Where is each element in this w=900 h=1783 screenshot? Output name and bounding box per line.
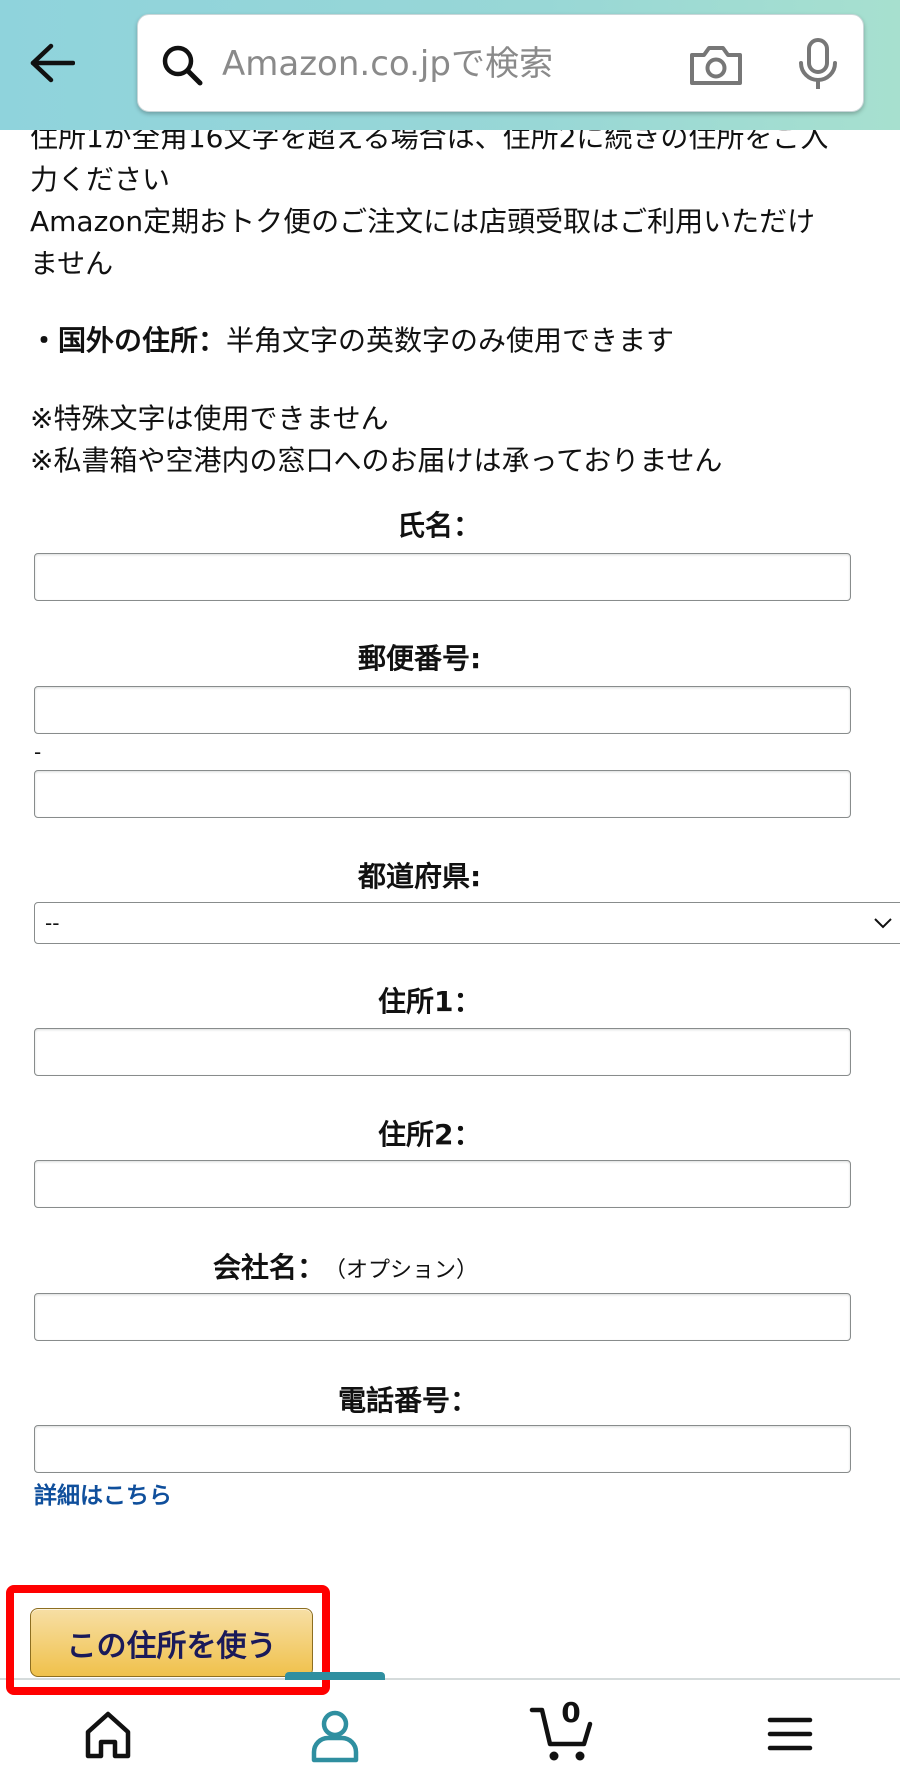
nav-menu[interactable] <box>750 1702 830 1766</box>
prefecture-selected-value: -- <box>45 911 60 935</box>
phone-label: 電話番号： <box>338 1384 479 1417</box>
prefecture-label: 都道府県: <box>358 860 482 893</box>
address2-label: 住所2： <box>378 1118 482 1151</box>
camera-icon[interactable] <box>688 41 744 89</box>
address1-label: 住所1： <box>378 985 482 1018</box>
phone-input[interactable] <box>34 1425 851 1473</box>
menu-icon <box>767 1717 813 1751</box>
prefecture-select[interactable]: -- <box>34 902 900 944</box>
use-this-address-button[interactable]: この住所を使う <box>30 1608 313 1677</box>
company-label: 会社名： （オプション） <box>213 1246 478 1286</box>
company-label-text: 会社名： <box>213 1251 326 1284</box>
notice-line-2: 力ください <box>30 163 171 196</box>
address1-input[interactable] <box>34 1028 851 1076</box>
notice-line-4: ません <box>30 247 114 280</box>
search-icon <box>162 45 203 86</box>
search-bar[interactable] <box>137 14 864 112</box>
postal-code-second-input[interactable] <box>34 770 851 818</box>
arrow-left-icon <box>30 43 75 83</box>
intl-address-heading: ・国外の住所： <box>30 324 227 357</box>
bottom-nav-bar: 0 <box>0 1678 900 1783</box>
company-optional-note: （オプション） <box>335 1258 479 1283</box>
special-chars-note: ※特殊文字は使用できません <box>30 402 389 435</box>
back-button[interactable] <box>22 28 82 98</box>
account-icon <box>311 1710 359 1763</box>
nav-account[interactable] <box>295 1702 375 1766</box>
details-link[interactable]: 詳細はこちら <box>34 1476 172 1510</box>
home-icon <box>85 1711 131 1759</box>
address2-input[interactable] <box>34 1160 851 1208</box>
name-input[interactable] <box>34 553 851 601</box>
nav-home[interactable] <box>68 1702 148 1766</box>
top-header <box>0 0 900 130</box>
active-tab-indicator <box>285 1672 385 1680</box>
page: 住所1が全角16文字を超える場合は、住所2に続きの住所をご入 力ください Ama… <box>0 0 900 1783</box>
po-box-note: ※私書箱や空港内の窓口へのお届けは承っておりません <box>30 444 723 477</box>
cart-count-badge: 0 <box>561 1696 581 1729</box>
postal-code-first-input[interactable] <box>34 686 851 734</box>
notice-line-3: Amazon定期おトク便のご注文には店頭受取はご利用いただけ <box>30 205 816 238</box>
intl-address-text: 半角文字の英数字のみ使用できます <box>226 324 675 357</box>
microphone-icon[interactable] <box>796 37 840 93</box>
chevron-down-icon <box>874 918 892 929</box>
company-input[interactable] <box>34 1293 851 1341</box>
intl-address-note: ・国外の住所：半角文字の英数字のみ使用できます <box>30 320 674 362</box>
postal-code-label: 郵便番号: <box>358 642 482 675</box>
name-label: 氏名： <box>397 509 482 542</box>
postal-code-separator: - <box>34 740 42 764</box>
search-input[interactable] <box>222 35 712 93</box>
nav-cart[interactable]: 0 <box>526 1696 606 1766</box>
